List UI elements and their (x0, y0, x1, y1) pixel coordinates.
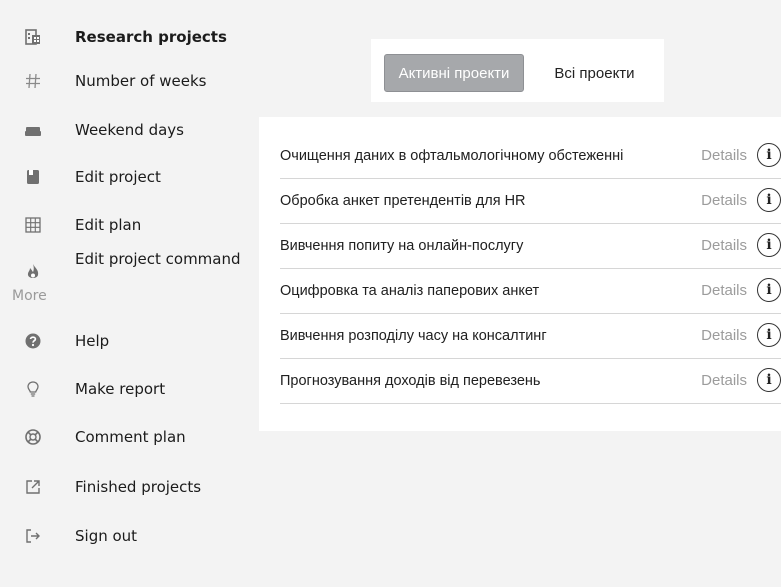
bookmark-icon (22, 166, 44, 188)
sidebar-item-sign-out[interactable]: Sign out (0, 516, 258, 556)
tab-active-projects[interactable]: Активні проекти (384, 54, 524, 92)
hash-icon (22, 70, 44, 92)
project-title: Прогнозування доходів від перевезень (280, 373, 541, 389)
sidebar-item-label: Number of weeks (75, 72, 207, 90)
project-list: Очищення даних в офтальмологічному обсте… (259, 117, 781, 431)
details-link[interactable]: Details (701, 147, 747, 164)
grid-icon (22, 214, 44, 236)
sidebar-item-make-report[interactable]: Make report (0, 369, 258, 409)
info-icon[interactable]: i (757, 368, 781, 392)
sidebar-item-edit-project-command[interactable]: Edit project command (0, 250, 258, 292)
list-item: Очищення даних в офтальмологічному обсте… (280, 134, 781, 179)
sidebar-item-label: Edit plan (75, 216, 142, 234)
details-link[interactable]: Details (701, 282, 747, 299)
sidebar-item-label: Finished projects (75, 478, 202, 496)
list-item: Вивчення розподілу часу на консалтинг De… (280, 314, 781, 359)
project-title: Обробка анкет претендентів для HR (280, 193, 526, 209)
lightbulb-icon (22, 378, 44, 400)
sidebar-item-label: Comment plan (75, 428, 186, 446)
section-label-more: More (12, 288, 47, 304)
info-icon[interactable]: i (757, 278, 781, 302)
sidebar-item-finished-projects[interactable]: Finished projects (0, 467, 258, 507)
sidebar-item-label: Sign out (75, 527, 138, 545)
details-link[interactable]: Details (701, 192, 747, 209)
sidebar: Research projects Number of weeks Weeken… (0, 0, 260, 587)
question-icon (22, 330, 44, 352)
sidebar-item-weekend-days[interactable]: Weekend days (0, 110, 258, 150)
sidebar-item-label: Edit project command (75, 250, 241, 268)
info-icon[interactable]: i (757, 323, 781, 347)
details-link[interactable]: Details (701, 327, 747, 344)
sidebar-item-research-projects[interactable]: Research projects (0, 17, 258, 57)
details-link[interactable]: Details (701, 372, 747, 389)
building-icon (22, 26, 44, 48)
fire-icon (22, 261, 44, 283)
sidebar-item-label: Help (75, 332, 110, 350)
list-item: Оцифровка та аналіз паперових анкет Deta… (280, 269, 781, 314)
sidebar-item-edit-project[interactable]: Edit project (0, 157, 258, 197)
details-link[interactable]: Details (701, 237, 747, 254)
sidebar-item-label: Research projects (75, 28, 227, 46)
project-title: Вивчення розподілу часу на консалтинг (280, 328, 547, 344)
project-tabs: Активні проекти Всі проекти (371, 39, 664, 102)
external-link-icon (22, 476, 44, 498)
sidebar-item-comment-plan[interactable]: Comment plan (0, 417, 258, 457)
sidebar-item-number-of-weeks[interactable]: Number of weeks (0, 61, 258, 101)
sidebar-item-help[interactable]: Help (0, 321, 258, 361)
project-title: Оцифровка та аналіз паперових анкет (280, 283, 540, 299)
list-item: Вивчення попиту на онлайн-послугу Detail… (280, 224, 781, 269)
info-icon[interactable]: i (757, 143, 781, 167)
project-title: Вивчення попиту на онлайн-послугу (280, 238, 524, 254)
info-icon[interactable]: i (757, 188, 781, 212)
sidebar-item-label: Edit project (75, 168, 161, 186)
list-item: Обробка анкет претендентів для HR Detail… (280, 179, 781, 224)
sidebar-item-label: Weekend days (75, 121, 184, 139)
sofa-icon (22, 119, 44, 141)
info-icon[interactable]: i (757, 233, 781, 257)
list-item: Прогнозування доходів від перевезень Det… (280, 359, 781, 404)
project-title: Очищення даних в офтальмологічному обсте… (280, 148, 624, 164)
tab-all-projects[interactable]: Всі проекти (537, 54, 652, 92)
lifebuoy-icon (22, 426, 44, 448)
sign-out-icon (22, 525, 44, 547)
sidebar-item-label: Make report (75, 380, 166, 398)
sidebar-item-edit-plan[interactable]: Edit plan (0, 205, 258, 245)
